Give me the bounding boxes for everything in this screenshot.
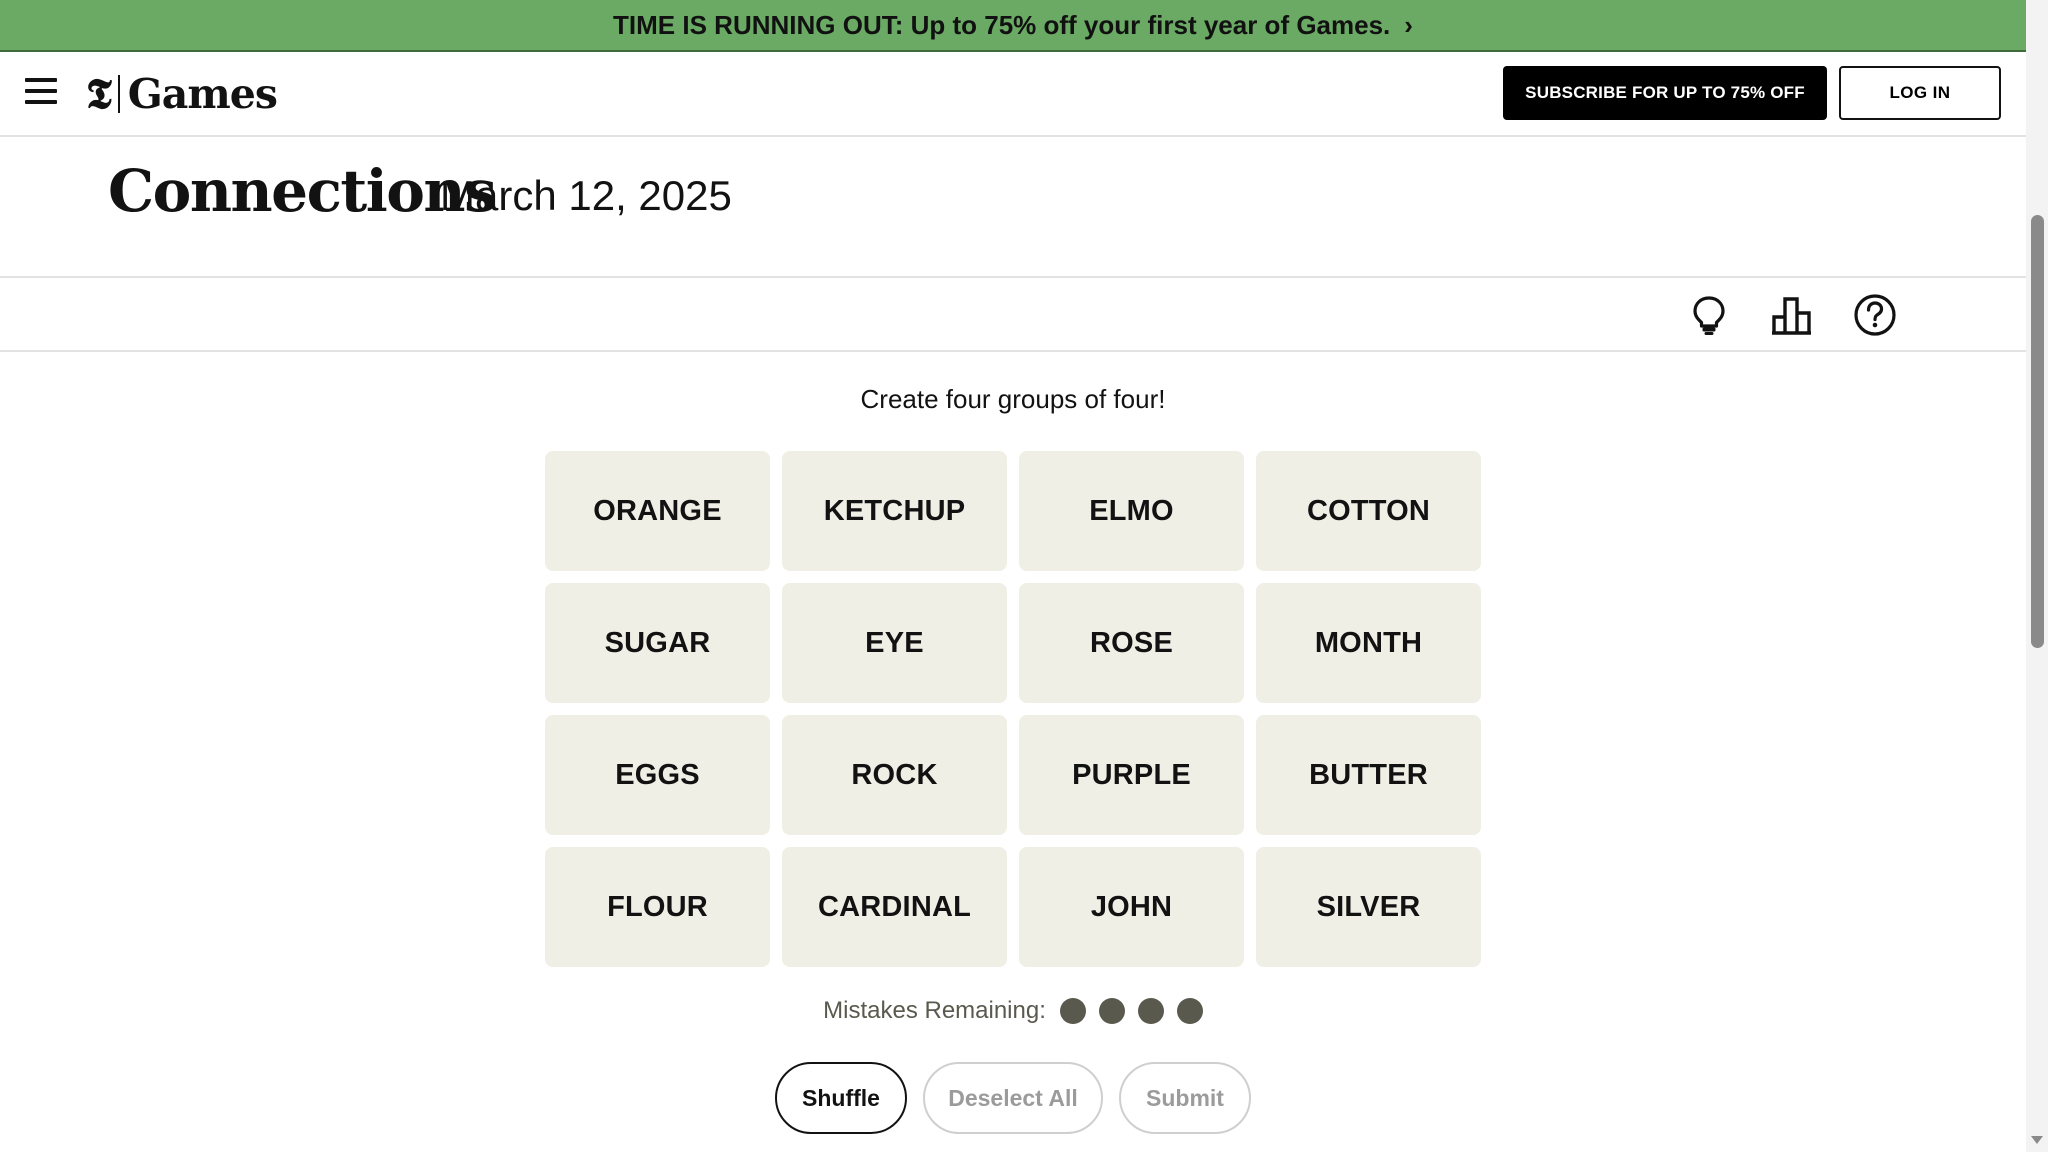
submit-button[interactable]: Submit: [1119, 1062, 1251, 1134]
site-header: 𝕿 Games SUBSCRIBE FOR UP TO 75% OFF LOG …: [0, 52, 2026, 137]
lightbulb-icon[interactable]: [1686, 292, 1732, 338]
promo-text: TIME IS RUNNING OUT: Up to 75% off your …: [613, 9, 1391, 40]
scroll-down-arrow-icon[interactable]: [2031, 1136, 2043, 1144]
mistakes-remaining: Mistakes Remaining:: [0, 997, 2026, 1025]
word-tile[interactable]: SILVER: [1256, 847, 1481, 967]
game-title-row: Connections March 12, 2025: [0, 139, 2026, 278]
word-tile[interactable]: COTTON: [1256, 451, 1481, 571]
nyt-games-logo[interactable]: 𝕿 Games: [86, 69, 278, 118]
mistake-dots: [1059, 998, 1203, 1024]
game-date: March 12, 2025: [440, 172, 732, 219]
promo-banner[interactable]: TIME IS RUNNING OUT: Up to 75% off your …: [0, 0, 2026, 52]
game-title: Connections: [108, 157, 497, 225]
chevron-right-icon: ›: [1404, 9, 1413, 40]
mistake-dot: [1059, 998, 1086, 1024]
word-tile[interactable]: KETCHUP: [782, 451, 1007, 571]
game-toolbar: [0, 278, 2026, 352]
mistakes-label: Mistakes Remaining:: [823, 997, 1046, 1024]
word-tile[interactable]: EYE: [782, 583, 1007, 703]
shuffle-button[interactable]: Shuffle: [775, 1062, 907, 1134]
login-button[interactable]: LOG IN: [1839, 66, 2001, 120]
action-buttons: Shuffle Deselect All Submit: [0, 1062, 2026, 1134]
stats-icon[interactable]: [1770, 292, 1816, 338]
deselect-all-button[interactable]: Deselect All: [923, 1062, 1103, 1134]
word-tile[interactable]: ROCK: [782, 715, 1007, 835]
word-tile[interactable]: ROSE: [1019, 583, 1244, 703]
help-icon[interactable]: [1852, 292, 1898, 338]
word-tile[interactable]: ELMO: [1019, 451, 1244, 571]
logo-divider: [117, 75, 120, 113]
mistake-dot: [1137, 998, 1164, 1024]
word-grid: ORANGE KETCHUP ELMO COTTON SUGAR EYE ROS…: [545, 451, 1481, 967]
menu-icon[interactable]: [25, 78, 57, 108]
word-tile[interactable]: EGGS: [545, 715, 770, 835]
word-tile[interactable]: CARDINAL: [782, 847, 1007, 967]
word-tile[interactable]: MONTH: [1256, 583, 1481, 703]
subscribe-button[interactable]: SUBSCRIBE FOR UP TO 75% OFF: [1503, 66, 1827, 120]
word-tile[interactable]: PURPLE: [1019, 715, 1244, 835]
logo-text: Games: [127, 69, 278, 118]
page: TIME IS RUNNING OUT: Up to 75% off your …: [0, 0, 2026, 1152]
word-tile[interactable]: FLOUR: [545, 847, 770, 967]
scrollbar[interactable]: [2026, 0, 2048, 1152]
word-tile[interactable]: SUGAR: [545, 583, 770, 703]
word-tile[interactable]: ORANGE: [545, 451, 770, 571]
nyt-t-logo-icon: 𝕿: [86, 69, 112, 118]
word-tile[interactable]: JOHN: [1019, 847, 1244, 967]
word-tile[interactable]: BUTTER: [1256, 715, 1481, 835]
mistake-dot: [1176, 998, 1203, 1024]
scrollbar-thumb[interactable]: [2031, 215, 2044, 648]
game-instructions: Create four groups of four!: [860, 384, 1166, 414]
mistake-dot: [1098, 998, 1125, 1024]
